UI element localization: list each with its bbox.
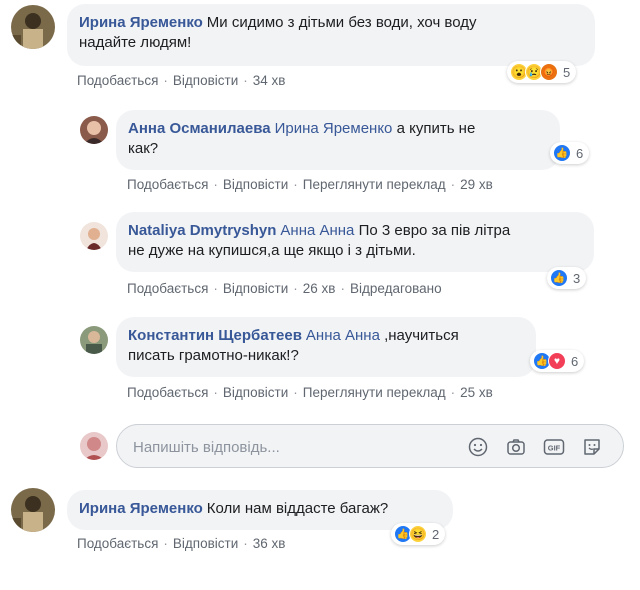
reply-input[interactable] xyxy=(117,425,475,469)
sticker-icon[interactable] xyxy=(581,436,603,458)
reply-composer: GIF xyxy=(116,424,624,469)
reply-bubble: Анна Османилаева Ирина Яременко а купить … xyxy=(116,110,560,170)
comment-author[interactable]: Ирина Яременко xyxy=(79,14,203,31)
mention-link[interactable]: Анна Анна xyxy=(280,222,354,239)
comment-author[interactable]: Ирина Яременко xyxy=(79,500,203,517)
timestamp[interactable]: 29 хв xyxy=(460,177,493,192)
see-translation-link[interactable]: Переглянути переклад xyxy=(303,177,446,192)
reaction-count: 6 xyxy=(576,145,584,161)
camera-icon[interactable] xyxy=(505,436,527,458)
avatar[interactable] xyxy=(80,326,108,354)
timestamp[interactable]: 36 хв xyxy=(253,536,286,551)
avatar[interactable] xyxy=(80,116,108,144)
comment-author[interactable]: Анна Османилаева xyxy=(128,120,271,137)
timestamp[interactable]: 34 хв xyxy=(253,73,286,88)
emoji-icon[interactable] xyxy=(467,436,489,458)
reaction-summary[interactable]: 👍 3 xyxy=(547,267,587,289)
like-button[interactable]: Подобається xyxy=(127,177,208,192)
reaction-count: 3 xyxy=(573,270,581,286)
comment-actions: Подобається · Відповісти · Переглянути перек… xyxy=(127,385,493,400)
timestamp[interactable]: 26 хв xyxy=(303,281,336,296)
like-button[interactable]: Подобається xyxy=(77,73,158,88)
avatar[interactable] xyxy=(80,222,108,250)
reaction-summary[interactable]: 👍 😆 2 xyxy=(391,523,446,545)
comment-text: Коли нам віддасте багаж? xyxy=(206,500,389,517)
avatar[interactable] xyxy=(11,488,55,532)
like-button[interactable]: Подобається xyxy=(127,385,208,400)
gif-icon[interactable]: GIF xyxy=(543,436,565,458)
svg-text:GIF: GIF xyxy=(548,444,561,453)
like-icon: 👍 xyxy=(550,269,568,287)
avatar[interactable] xyxy=(11,5,55,49)
reply-button[interactable]: Відповісти xyxy=(223,385,288,400)
comment-text: По 3 евро за пів літра xyxy=(358,222,511,239)
reply-button[interactable]: Відповісти xyxy=(223,281,288,296)
comment-text-line2: писать грамотно-никак!? xyxy=(128,347,299,364)
comment-actions: Подобається · Відповісти · Переглянути перек… xyxy=(127,177,493,192)
like-icon: 👍 xyxy=(553,144,571,162)
reaction-summary[interactable]: 😮 😢 😡 5 xyxy=(507,61,577,83)
comment-text: Ми сидимо з дітьми без води, хоч воду xyxy=(206,14,477,31)
reply-button[interactable]: Відповісти xyxy=(173,73,238,88)
love-icon: ♥ xyxy=(548,352,566,370)
like-button[interactable]: Подобається xyxy=(127,281,208,296)
reply-bubble: Константин Щербатеев Анна Анна ,научиться… xyxy=(116,317,536,377)
haha-icon: 😆 xyxy=(409,525,427,543)
timestamp[interactable]: 25 хв xyxy=(460,385,493,400)
like-button[interactable]: Подобається xyxy=(77,536,158,551)
reply-button[interactable]: Відповісти xyxy=(173,536,238,551)
reaction-summary[interactable]: 👍 ♥ 6 xyxy=(530,350,585,372)
current-user-avatar xyxy=(80,432,108,460)
comment-text-line2: надайте людям! xyxy=(79,34,192,51)
comment-actions: Подобається · Відповісти · 36 хв xyxy=(77,536,286,551)
comment-actions: Подобається · Відповісти · 26 хв · Відредагова… xyxy=(127,281,442,296)
mention-link[interactable]: Ирина Яременко xyxy=(275,120,393,137)
reaction-count: 2 xyxy=(432,526,440,542)
angry-icon: 😡 xyxy=(540,63,558,81)
reply-button[interactable]: Відповісти xyxy=(223,177,288,192)
reaction-count: 5 xyxy=(563,64,571,80)
comment-text: а купить не xyxy=(396,120,476,137)
mention-link[interactable]: Анна Анна xyxy=(306,327,380,344)
reaction-summary[interactable]: 👍 6 xyxy=(550,142,590,164)
comment-actions: Подобається · Відповісти · 34 хв xyxy=(77,73,286,88)
comment-author[interactable]: Nataliya Dmytryshyn xyxy=(128,222,276,239)
edited-label[interactable]: Відредаговано xyxy=(350,281,442,296)
see-translation-link[interactable]: Переглянути переклад xyxy=(303,385,446,400)
comment-text: ,научиться xyxy=(384,327,459,344)
reply-bubble: Nataliya Dmytryshyn Анна Анна По 3 евро з… xyxy=(116,212,594,272)
comment-text-line2: не дуже на купишся,а ще якщо і з дітьми. xyxy=(128,242,416,259)
comment-author[interactable]: Константин Щербатеев xyxy=(128,327,302,344)
comment-text-line2: как? xyxy=(128,140,159,157)
reaction-count: 6 xyxy=(571,353,579,369)
comment-bubble: Ирина Яременко Ми сидимо з дітьми без вод… xyxy=(67,4,595,66)
